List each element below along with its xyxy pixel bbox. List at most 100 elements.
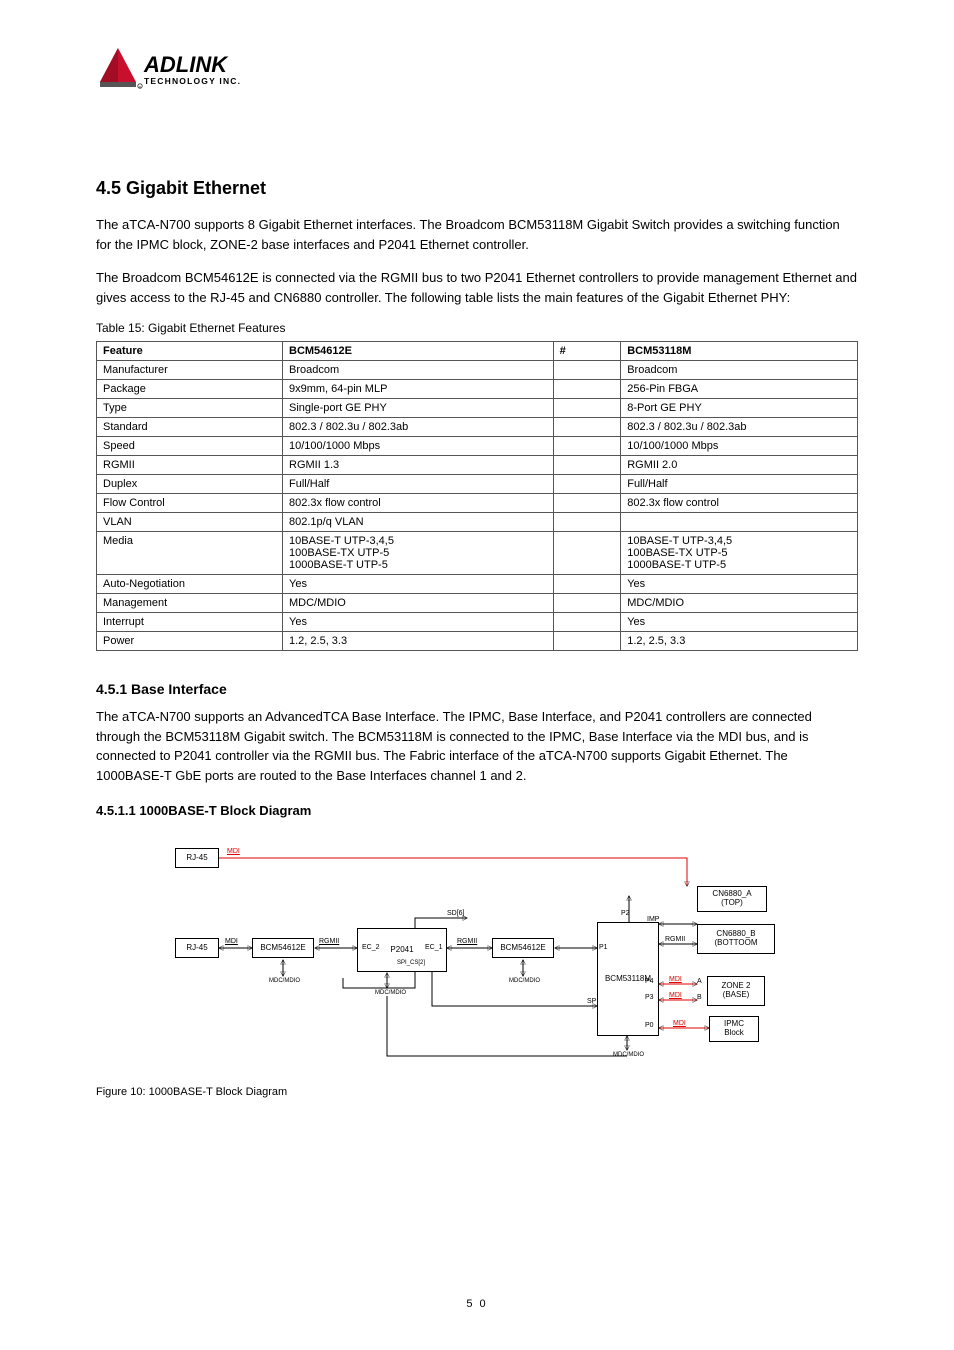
table-cell: Flow Control — [97, 494, 283, 513]
table-cell: Auto-Negotiation — [97, 575, 283, 594]
lbl-imp: IMP — [647, 916, 659, 923]
table-cell — [553, 632, 621, 651]
table-cell: 802.3 / 802.3u / 802.3ab — [621, 418, 858, 437]
logo-sub: TECHNOLOGY INC. — [144, 76, 241, 86]
lbl-sd: SD[6] — [447, 910, 465, 917]
lbl-p3: P3 — [645, 994, 654, 1001]
table-cell: Type — [97, 399, 283, 418]
lbl-p2: P2 — [621, 910, 630, 917]
features-table: Feature BCM54612E # BCM53118M Manufactur… — [96, 341, 858, 651]
table-cell — [553, 418, 621, 437]
block-diagram: RJ-45 RJ-45 BCM54612E P2041 BCM54612E BC… — [157, 838, 797, 1078]
lbl-p0: P0 — [645, 1022, 654, 1029]
box-phy1: BCM54612E — [252, 938, 314, 958]
table-cell — [553, 437, 621, 456]
table-cell: 1.2, 2.5, 3.3 — [621, 632, 858, 651]
table-cell — [553, 575, 621, 594]
table-cell — [621, 513, 858, 532]
table-cell: Speed — [97, 437, 283, 456]
lbl-mdi-top: MDI — [227, 848, 240, 855]
box-rj45-bottom: RJ-45 — [175, 938, 219, 958]
table-cell: Broadcom — [621, 361, 858, 380]
table-cell: 8-Port GE PHY — [621, 399, 858, 418]
lbl-rgmii-3: RGMII — [665, 936, 685, 943]
lbl-mdi-bot: MDI — [225, 938, 238, 945]
adlink-logo: R ADLINK TECHNOLOGY INC. — [96, 44, 286, 97]
table-title: Table 15: Gigabit Ethernet Features — [96, 321, 858, 335]
table-row: VLAN802.1p/q VLAN — [97, 513, 858, 532]
paragraph-1: The aTCA-N700 supports 8 Gigabit Etherne… — [96, 215, 858, 254]
lbl-mdi-p3: MDI — [669, 992, 682, 999]
table-cell: RGMII — [97, 456, 283, 475]
figure-caption: Figure 10: 1000BASE-T Block Diagram — [96, 1086, 858, 1098]
box-ipmc: IPMC Block — [709, 1016, 759, 1042]
table-row: RGMIIRGMII 1.3RGMII 2.0 — [97, 456, 858, 475]
box-rj45-top: RJ-45 — [175, 848, 219, 868]
lbl-rgmii-1: RGMII — [319, 938, 339, 945]
lbl-mdi-p0: MDI — [673, 1020, 686, 1027]
table-row: Media10BASE-T UTP-3,4,5 100BASE-TX UTP-5… — [97, 532, 858, 575]
lbl-ec2: EC_2 — [362, 944, 380, 951]
lbl-mdc-4: MDC/MDIO — [613, 1052, 644, 1058]
lbl-spi: SPI — [587, 998, 598, 1005]
table-cell: Power — [97, 632, 283, 651]
svg-text:R: R — [139, 85, 142, 89]
table-cell: Yes — [283, 613, 554, 632]
table-cell — [553, 361, 621, 380]
table-cell: Full/Half — [621, 475, 858, 494]
table-cell: 802.3x flow control — [621, 494, 858, 513]
table-cell — [553, 399, 621, 418]
table-cell: 256-Pin FBGA — [621, 380, 858, 399]
table-cell — [553, 532, 621, 575]
table-cell: Full/Half — [283, 475, 554, 494]
th-sw: BCM53118M — [621, 342, 858, 361]
table-cell: 802.3x flow control — [283, 494, 554, 513]
table-row: Power1.2, 2.5, 3.31.2, 2.5, 3.3 — [97, 632, 858, 651]
subsubsection-title: 4.5.1.1 1000BASE-T Block Diagram — [96, 803, 858, 818]
table-cell: 10/100/1000 Mbps — [621, 437, 858, 456]
box-cn6880-a: CN6880_A (TOP) — [697, 886, 767, 912]
table-cell — [553, 513, 621, 532]
logo-brand: ADLINK — [143, 52, 229, 77]
box-phy2: BCM54612E — [492, 938, 554, 958]
th-feature: Feature — [97, 342, 283, 361]
lbl-splcs: SPI_CS[2] — [397, 960, 425, 966]
table-cell: Single-port GE PHY — [283, 399, 554, 418]
table-cell — [553, 456, 621, 475]
table-cell: Manufacturer — [97, 361, 283, 380]
box-zone2: ZONE 2 (BASE) — [707, 976, 765, 1006]
table-row: DuplexFull/HalfFull/Half — [97, 475, 858, 494]
table-cell: Yes — [283, 575, 554, 594]
lbl-ec1: EC_1 — [425, 944, 443, 951]
table-cell — [553, 494, 621, 513]
table-cell — [553, 594, 621, 613]
table-cell: MDC/MDIO — [283, 594, 554, 613]
table-cell: VLAN — [97, 513, 283, 532]
table-cell: Broadcom — [283, 361, 554, 380]
table-cell: 1.2, 2.5, 3.3 — [283, 632, 554, 651]
table-row: Auto-NegotiationYesYes — [97, 575, 858, 594]
lbl-mdc-2: MDC/MDIO — [375, 990, 406, 996]
lbl-B: B — [697, 994, 702, 1001]
lbl-A: A — [697, 978, 702, 985]
table-cell: Standard — [97, 418, 283, 437]
table-cell: 10BASE-T UTP-3,4,5 100BASE-TX UTP-5 1000… — [283, 532, 554, 575]
table-row: ManagementMDC/MDIOMDC/MDIO — [97, 594, 858, 613]
lbl-mdc-1: MDC/MDIO — [269, 978, 300, 984]
table-row: Flow Control802.3x flow control802.3x fl… — [97, 494, 858, 513]
table-cell — [553, 380, 621, 399]
figure-wrap: RJ-45 RJ-45 BCM54612E P2041 BCM54612E BC… — [96, 838, 858, 1098]
table-cell: Interrupt — [97, 613, 283, 632]
box-cn6880-b: CN6880_B (BOTTOOM — [697, 924, 775, 954]
table-cell: Yes — [621, 575, 858, 594]
table-header-row: Feature BCM54612E # BCM53118M — [97, 342, 858, 361]
subsection-title: 4.5.1 Base Interface — [96, 681, 858, 697]
lbl-p4: P4 — [645, 978, 654, 985]
table-row: TypeSingle-port GE PHY 8-Port GE PHY — [97, 399, 858, 418]
table-cell: MDC/MDIO — [621, 594, 858, 613]
table-cell: 10/100/1000 Mbps — [283, 437, 554, 456]
table-row: Package9x9mm, 64-pin MLP256-Pin FBGA — [97, 380, 858, 399]
table-cell: 802.3 / 802.3u / 802.3ab — [283, 418, 554, 437]
th-phy: BCM54612E — [283, 342, 554, 361]
lbl-rgmii-2: RGMII — [457, 938, 477, 945]
